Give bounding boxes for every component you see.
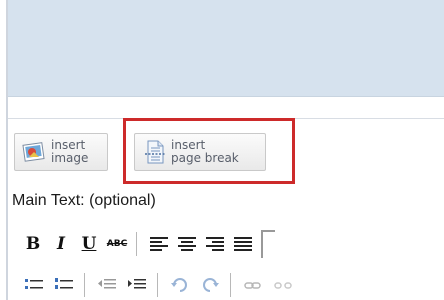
main-text-label: Main Text: (optional) <box>12 192 156 209</box>
undo-icon[interactable] <box>166 272 194 298</box>
formatting-toolbar-row-2 <box>20 272 299 298</box>
toolbar-separator <box>84 273 85 297</box>
unlink-icon[interactable] <box>269 272 297 298</box>
formatting-toolbar: B I U ABC <box>20 229 275 259</box>
text-area-panel[interactable] <box>8 0 444 97</box>
style-dropdown[interactable] <box>261 230 275 258</box>
insert-image-label: insert image <box>51 138 89 165</box>
indent-icon[interactable] <box>123 272 151 298</box>
insert-image-button[interactable]: insert image <box>14 133 108 171</box>
highlight-box <box>123 118 295 184</box>
italic-button[interactable]: I <box>48 231 74 257</box>
toolbar-separator <box>230 273 231 297</box>
toolbar-separator <box>136 232 137 256</box>
bold-button[interactable]: B <box>20 231 46 257</box>
bullet-list-icon[interactable] <box>20 272 48 298</box>
numbered-list-icon[interactable] <box>50 272 78 298</box>
align-left-icon[interactable] <box>145 231 173 257</box>
redo-icon[interactable] <box>196 272 224 298</box>
underline-button[interactable]: U <box>76 231 102 257</box>
strikethrough-button[interactable]: ABC <box>104 231 130 257</box>
outdent-icon[interactable] <box>93 272 121 298</box>
link-icon[interactable] <box>239 272 267 298</box>
image-icon <box>21 139 47 165</box>
align-center-icon[interactable] <box>173 231 201 257</box>
toolbar-separator <box>157 273 158 297</box>
align-justify-icon[interactable] <box>229 231 257 257</box>
align-right-icon[interactable] <box>201 231 229 257</box>
